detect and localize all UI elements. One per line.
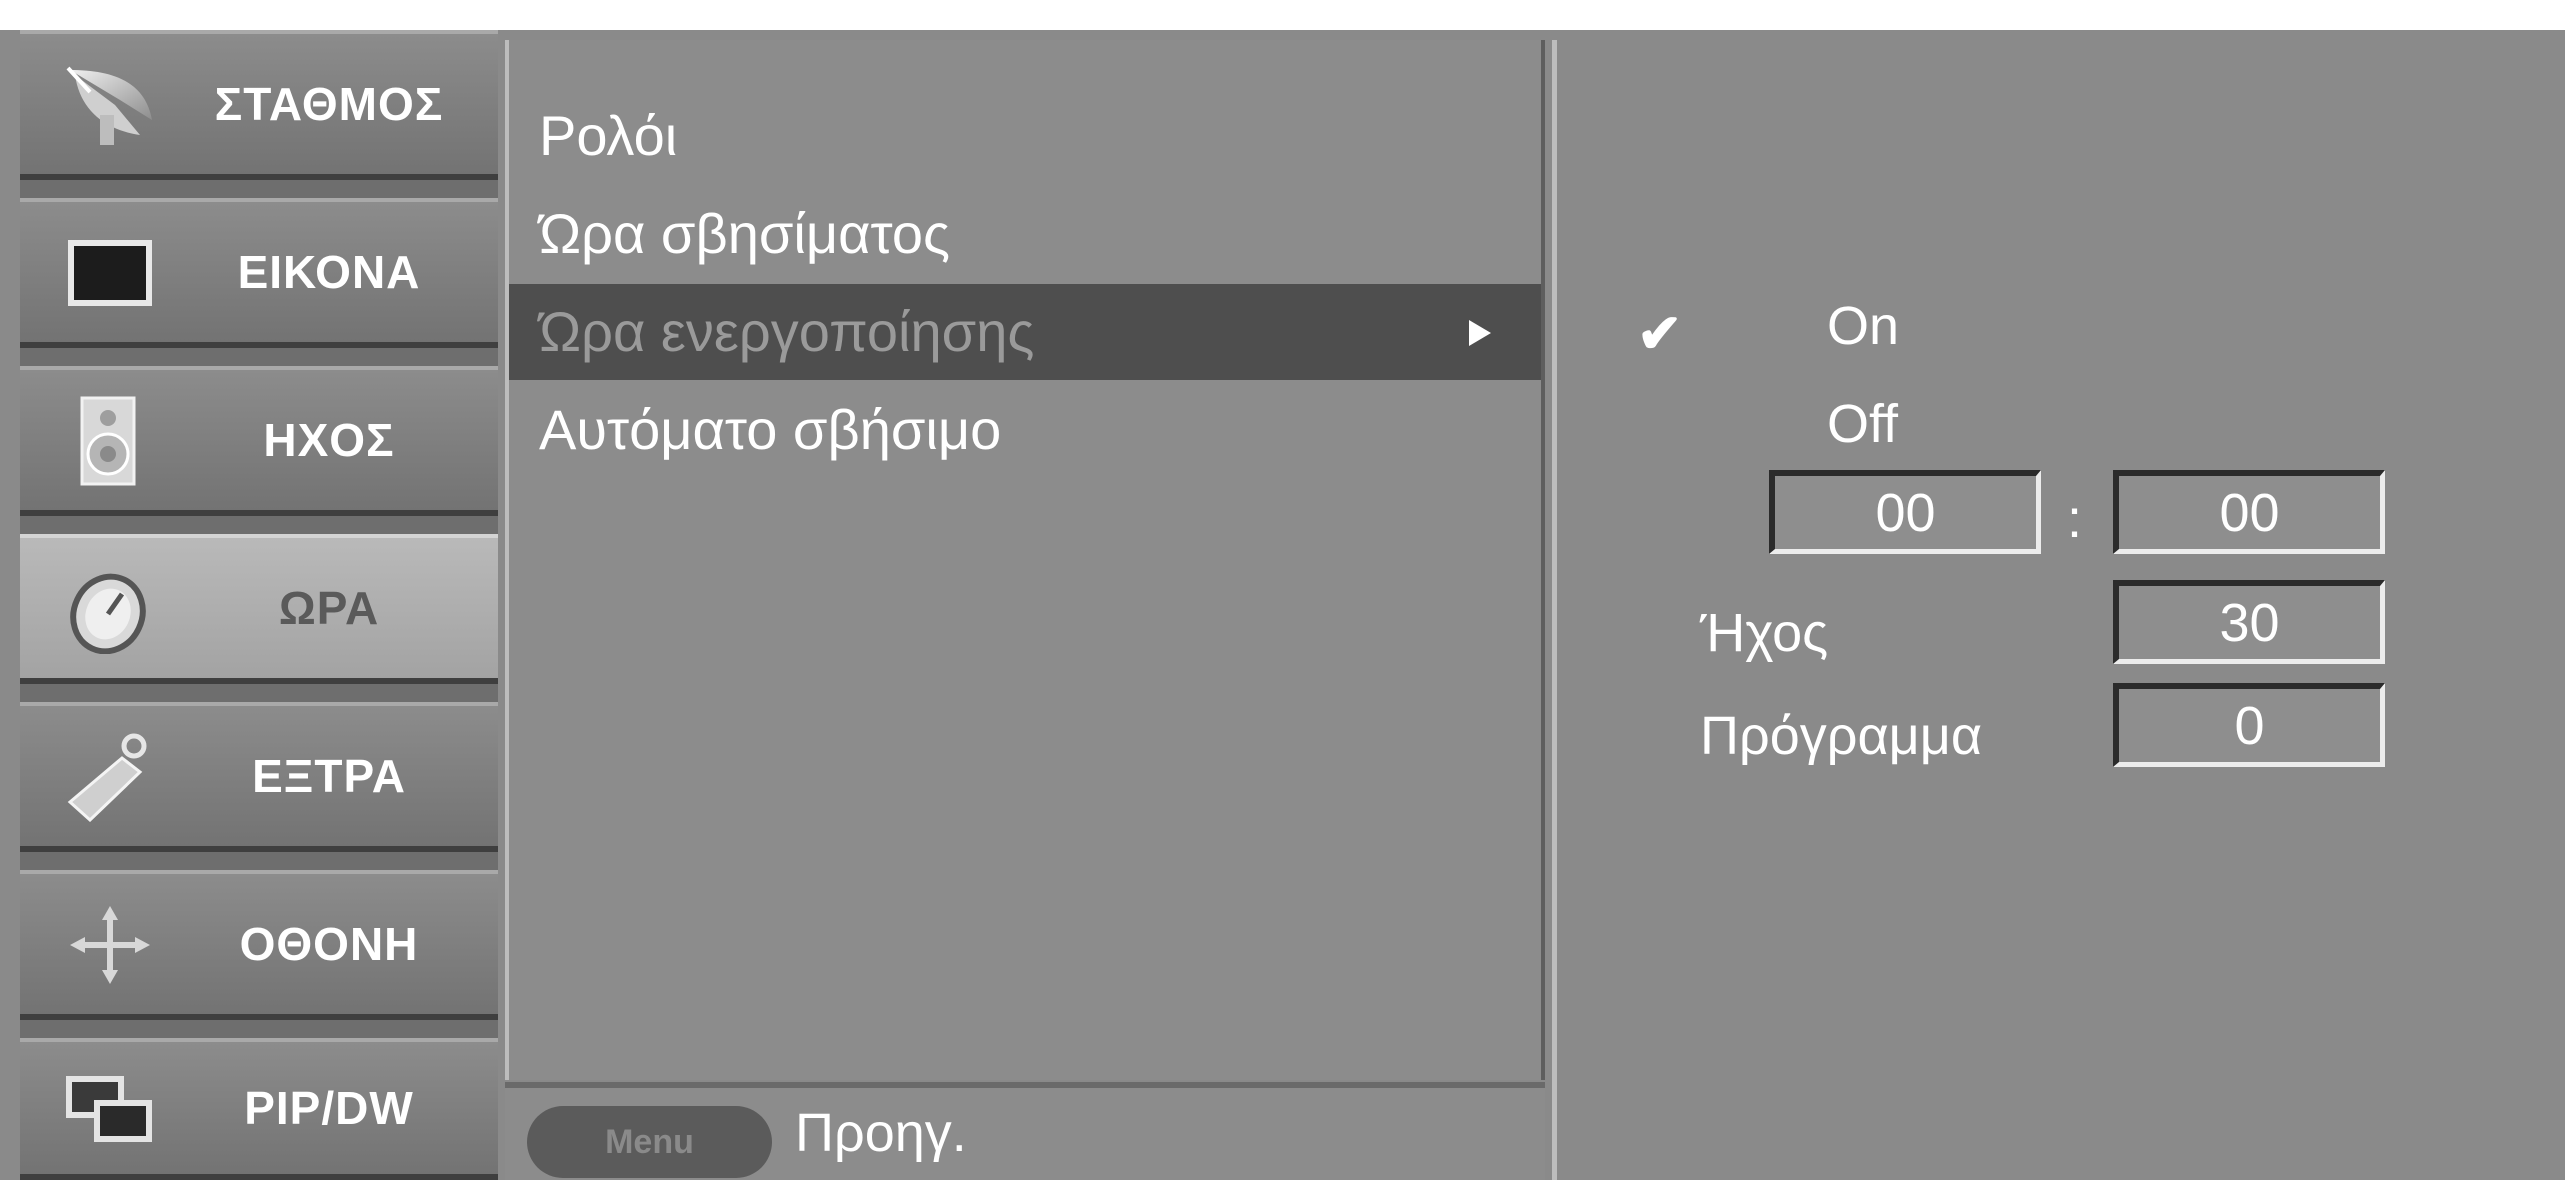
menu-button[interactable]: Menu [527,1106,772,1178]
submenu-item-off-time[interactable]: Ώρα σβησίματος [509,186,1541,282]
clock-icon [70,573,146,654]
category-label: PIP/DW [244,1082,414,1134]
category-label: ΟΘΟΝΗ [239,918,419,970]
category-station[interactable]: ΣΤΑΘΜΟΣ [20,30,498,180]
option-on[interactable]: On [1827,295,1899,357]
volume-label: Ήχος [1700,603,1829,663]
category-screen[interactable]: ΟΘΟΝΗ [20,870,498,1020]
submenu-item-label: Ώρα ενεργοποίησης [539,300,1035,363]
move-arrows-icon [70,906,150,984]
category-label: ΩΡΑ [278,582,380,634]
volume-field[interactable]: 30 [2113,580,2385,664]
category-label: ΕΞΤΡΑ [252,750,406,802]
submenu-item-label: Ώρα σβησίματος [539,202,950,265]
hour-field[interactable]: 00 [1769,470,2041,554]
category-time[interactable]: ΩΡΑ [20,534,498,684]
satellite-dish-icon [66,66,152,145]
submenu-item-label: Αυτόματο σβήσιμο [539,398,1002,461]
play-arrow-icon [1469,320,1491,346]
submenu-item-clock[interactable]: Ρολόι [509,88,1541,184]
speaker-icon [80,396,136,486]
category-label: ΣΤΑΘΜΟΣ [214,78,444,130]
time-separator: : [2067,489,2083,549]
screen-icon [68,240,152,306]
category-pip[interactable]: PIP/DW [20,1038,498,1180]
submenu-item-on-time[interactable]: Ώρα ενεργοποίησης [509,284,1541,380]
category-sound[interactable]: ΗΧΟΣ [20,366,498,516]
category-picture[interactable]: ΕΙΚΟΝΑ [20,198,498,348]
category-label: ΗΧΟΣ [263,414,395,466]
previous-label: Προηγ. [795,1103,967,1163]
option-off[interactable]: Off [1827,393,1898,455]
program-field[interactable]: 0 [2113,683,2385,767]
key-tag-icon [67,733,147,822]
submenu-footer: Menu Προηγ. [505,1082,1545,1180]
time-submenu: Ρολόι Ώρα σβησίματος Ώρα ενεργοποίησης Α… [505,40,1545,1080]
on-time-options-panel: ✔ On Off 00 : 00 Ήχος 30 Πρόγραμμα 0 [1552,40,2565,1180]
category-label: ΕΙΚΟΝΑ [237,246,421,298]
minute-field[interactable]: 00 [2113,470,2385,554]
category-extra[interactable]: ΕΞΤΡΑ [20,702,498,852]
check-mark-icon: ✔ [1637,304,1683,364]
submenu-item-label: Ρολόι [539,104,678,167]
pip-windows-icon [66,1076,152,1142]
program-label: Πρόγραμμα [1700,706,1983,766]
submenu-item-auto-off[interactable]: Αυτόματο σβήσιμο [509,382,1541,478]
